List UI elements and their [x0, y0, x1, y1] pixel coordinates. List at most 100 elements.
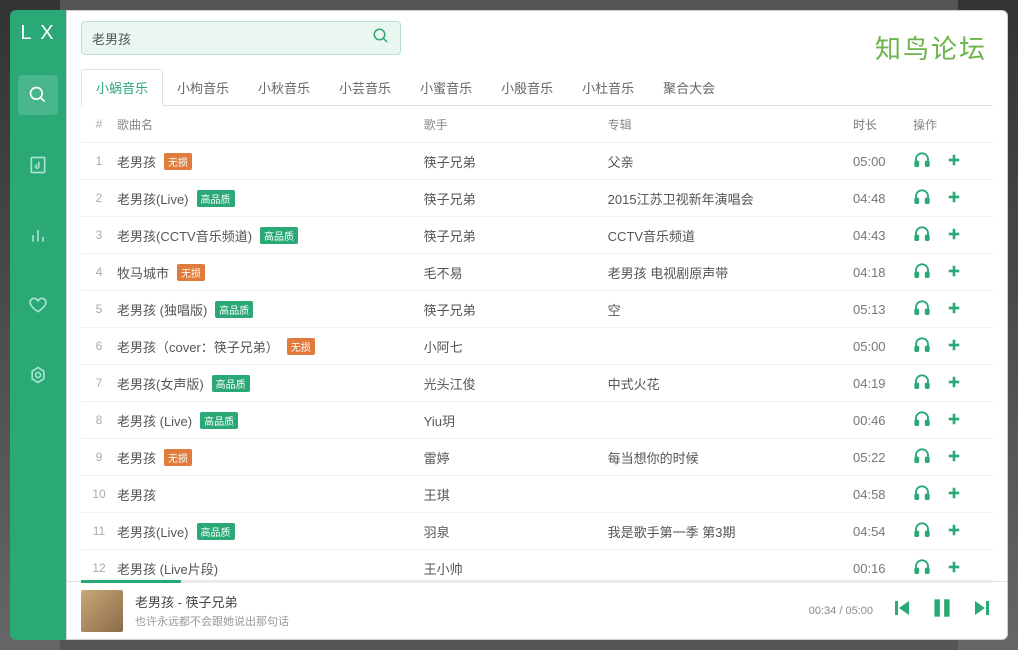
add-button[interactable]: [945, 299, 963, 320]
row-index: 7: [81, 376, 117, 390]
song-name: 老男孩: [117, 448, 156, 467]
col-artist: 歌手: [424, 116, 608, 133]
table-row[interactable]: 2老男孩(Live)高品质筷子兄弟2015江苏卫视新年演唱会04:48: [81, 180, 993, 217]
col-duration: 时长: [853, 116, 913, 133]
now-playing-lyric: 也许永远都不会跟她说出那句话: [135, 613, 797, 629]
song-duration: 05:00: [853, 154, 913, 169]
search-submit-icon[interactable]: [372, 27, 390, 50]
song-artist: Yiu玥: [424, 411, 608, 430]
add-button[interactable]: [945, 225, 963, 246]
album-cover[interactable]: [81, 590, 123, 632]
table-row[interactable]: 1老男孩无损筷子兄弟父亲05:00: [81, 143, 993, 180]
add-button[interactable]: [945, 373, 963, 394]
add-button[interactable]: [945, 484, 963, 505]
prev-button[interactable]: [891, 596, 915, 625]
tab-source-1[interactable]: 小枸音乐: [162, 69, 244, 105]
song-name: 老男孩（cover：筷子兄弟）: [117, 337, 279, 356]
song-duration: 04:58: [853, 487, 913, 502]
listen-button[interactable]: [913, 151, 931, 172]
add-button[interactable]: [945, 262, 963, 283]
song-duration: 00:16: [853, 561, 913, 576]
song-album: 空: [608, 300, 853, 319]
quality-badge: 高品质: [197, 523, 235, 540]
progress-bar[interactable]: [81, 580, 993, 583]
add-button[interactable]: [945, 447, 963, 468]
table-row[interactable]: 7老男孩(女声版)高品质光头江俊中式火花04:19: [81, 365, 993, 402]
listen-button[interactable]: [913, 262, 931, 283]
table-row[interactable]: 6老男孩（cover：筷子兄弟）无损小阿七05:00: [81, 328, 993, 365]
col-index: #: [81, 117, 117, 131]
table-row[interactable]: 3老男孩(CCTV音乐频道)高品质筷子兄弟CCTV音乐频道04:43: [81, 217, 993, 254]
add-button[interactable]: [945, 188, 963, 209]
row-index: 6: [81, 339, 117, 353]
add-button[interactable]: [945, 151, 963, 172]
tab-source-7[interactable]: 聚合大会: [648, 69, 730, 105]
tab-source-5[interactable]: 小殷音乐: [486, 69, 568, 105]
song-artist: 王小帅: [424, 559, 608, 578]
song-name: 牧马城市: [117, 263, 169, 282]
search-box[interactable]: [81, 21, 401, 55]
listen-button[interactable]: [913, 188, 931, 209]
song-album: 2015江苏卫视新年演唱会: [608, 189, 853, 208]
table-row[interactable]: 8老男孩 (Live)高品质Yiu玥00:46: [81, 402, 993, 439]
player-time: 00:34 / 05:00: [809, 605, 873, 617]
pause-icon: [929, 595, 955, 621]
tab-source-4[interactable]: 小蜜音乐: [405, 69, 487, 105]
table-row[interactable]: 11老男孩(Live)高品质羽泉我是歌手第一季 第3期04:54: [81, 513, 993, 550]
table-row[interactable]: 5老男孩 (独唱版)高品质筷子兄弟空05:13: [81, 291, 993, 328]
listen-button[interactable]: [913, 410, 931, 431]
song-name: 老男孩(Live): [117, 522, 189, 541]
nav-charts[interactable]: [18, 215, 58, 255]
song-duration: 05:00: [853, 339, 913, 354]
tab-source-2[interactable]: 小秋音乐: [243, 69, 325, 105]
next-button[interactable]: [969, 596, 993, 625]
row-index: 4: [81, 265, 117, 279]
tab-source-3[interactable]: 小芸音乐: [324, 69, 406, 105]
results-list[interactable]: # 歌曲名 歌手 专辑 时长 操作 1老男孩无损筷子兄弟父亲05:002老男孩(…: [67, 106, 1007, 581]
listen-button[interactable]: [913, 336, 931, 357]
song-duration: 00:46: [853, 413, 913, 428]
pause-button[interactable]: [929, 595, 955, 626]
listen-button[interactable]: [913, 521, 931, 542]
search-input[interactable]: [92, 31, 372, 46]
sidebar: L X: [10, 10, 66, 640]
song-album: 老男孩 电视剧原声带: [608, 263, 853, 282]
quality-badge: 无损: [164, 449, 192, 466]
add-button[interactable]: [945, 521, 963, 542]
add-button[interactable]: [945, 336, 963, 357]
tab-source-0[interactable]: 小蜗音乐: [81, 69, 163, 106]
add-button[interactable]: [945, 558, 963, 579]
song-artist: 毛不易: [424, 263, 608, 282]
song-duration: 04:54: [853, 524, 913, 539]
song-artist: 雷婷: [424, 448, 608, 467]
music-file-icon: [28, 155, 48, 175]
app-logo: L X: [20, 22, 55, 45]
nav-search[interactable]: [18, 75, 58, 115]
table-row[interactable]: 4牧马城市无损毛不易老男孩 电视剧原声带04:18: [81, 254, 993, 291]
song-duration: 05:13: [853, 302, 913, 317]
listen-button[interactable]: [913, 558, 931, 579]
listen-button[interactable]: [913, 225, 931, 246]
row-index: 5: [81, 302, 117, 316]
listen-button[interactable]: [913, 484, 931, 505]
table-row[interactable]: 9老男孩无损雷婷每当想你的时候05:22: [81, 439, 993, 476]
row-index: 8: [81, 413, 117, 427]
quality-badge: 无损: [164, 153, 192, 170]
add-button[interactable]: [945, 410, 963, 431]
song-duration: 04:19: [853, 376, 913, 391]
progress-fill: [81, 580, 181, 583]
listen-button[interactable]: [913, 299, 931, 320]
quality-badge: 高品质: [200, 412, 238, 429]
song-name: 老男孩(女声版): [117, 374, 204, 393]
nav-library[interactable]: [18, 145, 58, 185]
song-artist: 筷子兄弟: [424, 226, 608, 245]
song-name: 老男孩 (Live片段): [117, 559, 218, 578]
col-album: 专辑: [608, 116, 853, 133]
nav-settings[interactable]: [18, 355, 58, 395]
table-row[interactable]: 12老男孩 (Live片段)王小帅00:16: [81, 550, 993, 581]
listen-button[interactable]: [913, 373, 931, 394]
listen-button[interactable]: [913, 447, 931, 468]
tab-source-6[interactable]: 小杜音乐: [567, 69, 649, 105]
table-row[interactable]: 10老男孩王琪04:58: [81, 476, 993, 513]
nav-favorites[interactable]: [18, 285, 58, 325]
